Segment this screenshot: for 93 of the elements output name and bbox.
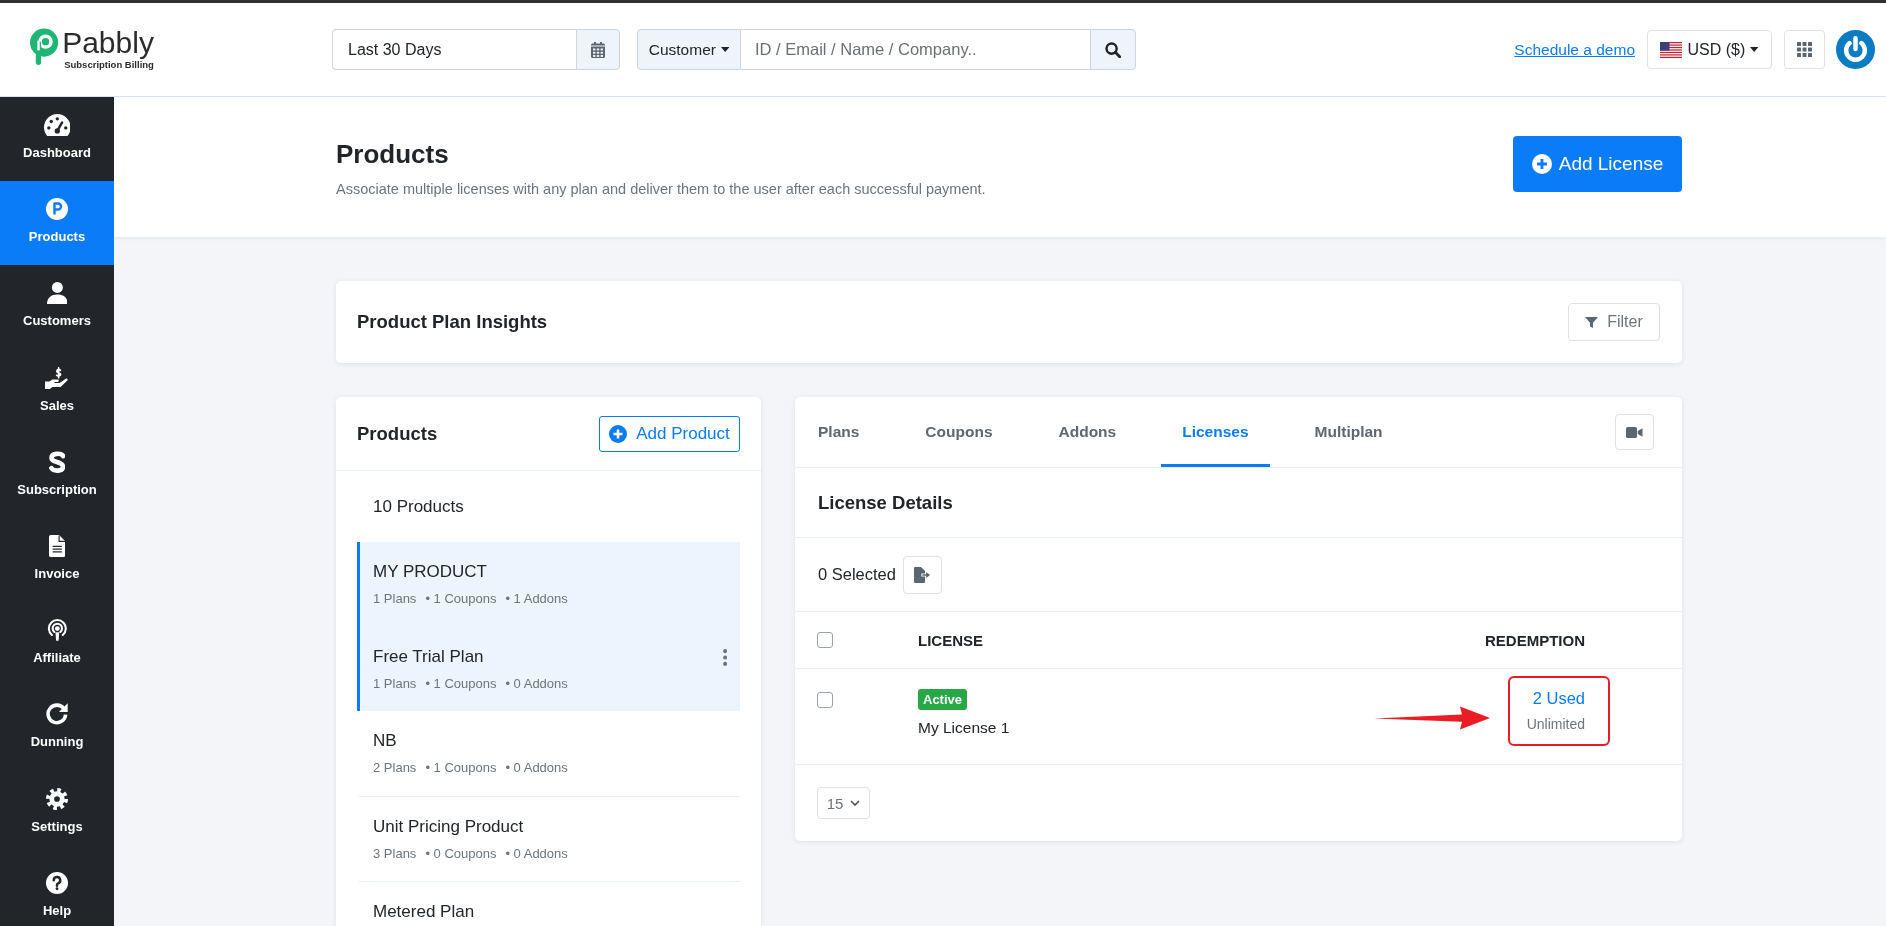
product-name: MY PRODUCT xyxy=(373,561,488,583)
product-stat: • 0 Coupons xyxy=(425,845,497,862)
kebab-menu-icon[interactable] xyxy=(722,648,727,666)
page-description: Associate multiple licenses with any plan and deliver them to the user after each successful payment. xyxy=(336,180,986,199)
video-button[interactable] xyxy=(1615,414,1654,450)
product-stat: 2 Plans xyxy=(373,760,417,776)
sidebar-item[interactable]: Products xyxy=(0,181,114,266)
plus-circle-icon xyxy=(1531,154,1552,174)
schedule-demo-link[interactable]: Schedule a demo xyxy=(1514,40,1635,59)
filter-button[interactable]: Filter xyxy=(1568,303,1660,341)
sidebar-item[interactable]: Dashboard xyxy=(0,97,114,182)
chevron-down-icon xyxy=(850,800,861,806)
sidebar-item[interactable]: Dunning xyxy=(0,686,114,771)
sidebar-item[interactable]: Affiliate xyxy=(0,602,114,687)
sidebar-item[interactable]: Sales xyxy=(0,349,114,434)
product-stat: • 0 Addons xyxy=(505,760,568,776)
product-stat: 1 Plans xyxy=(373,675,417,692)
product-count: 10 Products xyxy=(373,496,464,517)
card-title: Products xyxy=(357,422,438,445)
checkbox[interactable] xyxy=(817,692,833,708)
section-title: License Details xyxy=(818,491,953,514)
search-button[interactable] xyxy=(1090,29,1136,70)
apps-button[interactable] xyxy=(1784,30,1825,69)
document-icon xyxy=(48,534,66,557)
flag-icon xyxy=(1660,41,1683,58)
product-name: NB xyxy=(373,730,398,752)
product-name: Free Trial Plan xyxy=(373,645,485,668)
power-icon[interactable] xyxy=(1836,30,1875,69)
video-camera-icon xyxy=(1626,426,1643,438)
sidebar-item[interactable]: Help xyxy=(0,854,114,919)
search-icon xyxy=(1105,41,1121,58)
filter-icon xyxy=(1585,315,1599,329)
product-stat: • 1 Coupons xyxy=(425,591,497,607)
selected-count: 0 Selected xyxy=(818,565,896,584)
search-field[interactable]: ID / Email / Name / Company.. xyxy=(741,29,1090,70)
sidebar-item[interactable]: Customers xyxy=(0,265,114,350)
broadcast-icon xyxy=(46,619,68,642)
tab[interactable]: Plans xyxy=(797,397,881,467)
product-stat: • 1 Addons xyxy=(505,591,568,607)
column-header: LICENSE xyxy=(918,631,984,649)
user-icon xyxy=(46,282,68,305)
plus-circle-icon xyxy=(609,424,628,443)
checkbox[interactable] xyxy=(817,632,833,648)
caret-icon xyxy=(1750,47,1759,52)
product-stat: 3 Plans xyxy=(373,845,417,862)
product-item[interactable]: NB 2 Plans • 1 Coupons • 0 Addons xyxy=(357,711,740,797)
limit-text: Unlimited xyxy=(1526,715,1585,733)
product-item[interactable]: Metered Plan xyxy=(357,882,740,923)
caret-icon xyxy=(720,47,730,52)
page-title: Products xyxy=(336,138,450,171)
tab[interactable]: Licenses xyxy=(1161,397,1270,467)
product-item[interactable]: MY PRODUCT 1 Plans • 1 Coupons • 1 Addons xyxy=(357,542,740,627)
gauge-icon xyxy=(43,114,71,136)
s-shape-icon xyxy=(48,450,66,473)
calendar-button[interactable] xyxy=(576,29,620,70)
sidebar-item[interactable]: Invoice xyxy=(0,517,114,603)
product-item[interactable]: Free Trial Plan 1 Plans • 1 Coupons • 0 Addons xyxy=(357,626,740,711)
logo-icon xyxy=(29,28,60,65)
hand-dollar-icon xyxy=(45,366,69,389)
export-button[interactable] xyxy=(903,555,942,594)
status-badge: Active xyxy=(918,689,968,710)
product-name: Metered Plan xyxy=(373,901,475,923)
logo-wordmark: Pabbly xyxy=(62,28,154,58)
file-export-icon xyxy=(914,566,931,583)
license-name: My License 1 xyxy=(918,718,1010,738)
column-header: REDEMPTION xyxy=(1485,631,1585,649)
tab[interactable]: Addons xyxy=(1037,397,1138,467)
p-circle-icon xyxy=(46,198,68,221)
sidebar-item[interactable]: Subscription xyxy=(0,433,114,518)
circular-arrow-icon xyxy=(46,703,68,726)
card-title: Product Plan Insights xyxy=(357,311,548,333)
logo-tagline: Subscription Billing xyxy=(64,59,154,71)
product-name: Unit Pricing Product xyxy=(373,815,525,838)
tab[interactable]: Coupons xyxy=(904,397,1014,467)
product-stat: • 1 Coupons xyxy=(425,760,497,776)
filter-dropdown[interactable]: Customer xyxy=(637,29,741,70)
currency-dropdown[interactable]: USD ($) xyxy=(1647,30,1772,69)
tab[interactable]: Multiplan xyxy=(1293,397,1404,467)
usage-link[interactable]: 2 Used xyxy=(1532,687,1585,709)
product-stat: 1 Plans xyxy=(373,591,417,607)
date-range-field[interactable]: Last 30 Days xyxy=(332,29,576,70)
add-product-button[interactable]: Add Product xyxy=(599,415,740,452)
page-size-select[interactable]: 15 xyxy=(817,787,870,819)
help-icon xyxy=(46,871,68,894)
add-license-button[interactable]: Add License xyxy=(1513,136,1682,192)
grid-icon xyxy=(1797,42,1812,57)
sidebar-item[interactable]: Settings xyxy=(0,770,114,855)
product-item[interactable]: Unit Pricing Product 3 Plans • 0 Coupons • 0 Addons xyxy=(357,796,740,882)
settings-icon xyxy=(46,787,68,810)
calendar-icon xyxy=(591,41,605,58)
product-stat: • 0 Addons xyxy=(505,675,568,692)
product-stat: • 0 Addons xyxy=(505,845,568,862)
product-stat: • 1 Coupons xyxy=(425,675,497,692)
